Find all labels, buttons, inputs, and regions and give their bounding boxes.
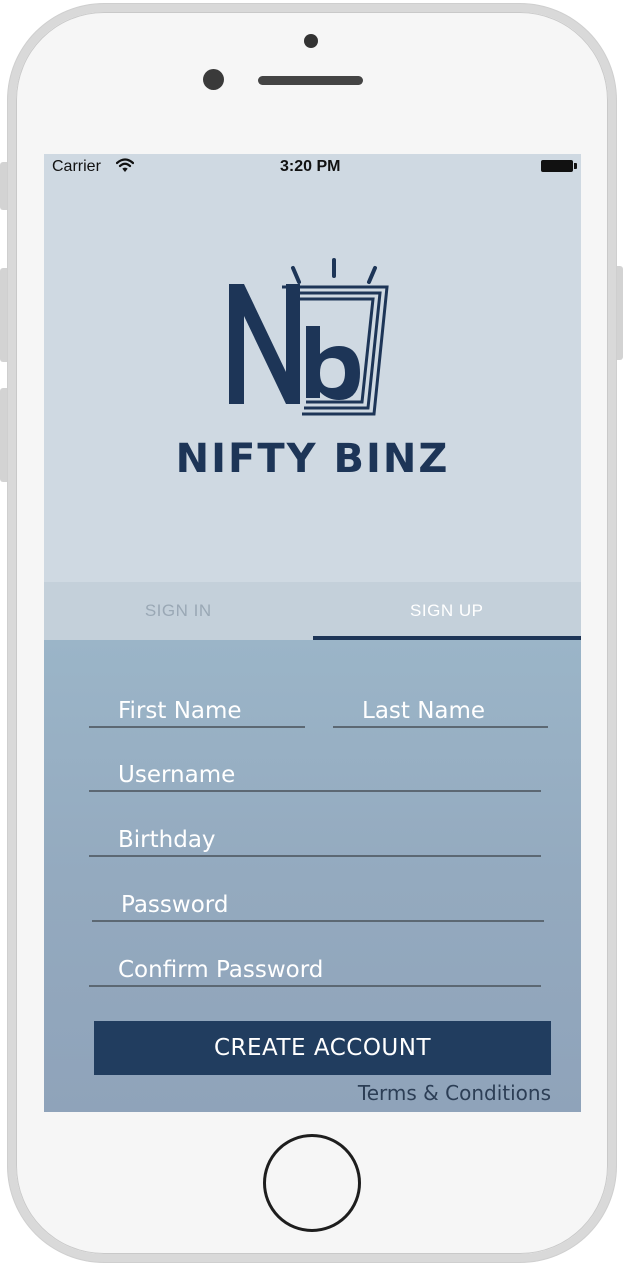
last-name-field [333,684,548,728]
wifi-icon [116,158,134,172]
confirm-password-input[interactable] [89,943,541,985]
birthday-input[interactable] [89,813,541,855]
status-bar: Carrier 3:20 PM [44,154,581,180]
proximity-sensor [203,69,224,90]
confirm-password-field [89,943,541,987]
sign-up-form: CREATE ACCOUNT Terms & Conditions [44,640,581,1112]
tab-sign-in[interactable]: SIGN IN [44,582,313,640]
home-button[interactable] [263,1134,361,1232]
auth-tabs: SIGN IN SIGN UP [44,582,581,640]
brand-name: NIFTY BINZ [175,436,450,482]
username-field [89,748,541,792]
password-field [92,878,544,922]
earpiece-speaker [258,76,363,85]
battery-full-icon [541,160,573,172]
birthday-field [89,813,541,857]
first-name-field [89,684,305,728]
tab-sign-up[interactable]: SIGN UP [312,582,581,640]
carrier-label: Carrier [52,158,101,175]
password-input[interactable] [92,878,544,920]
last-name-input[interactable] [333,684,548,726]
terms-conditions-link[interactable]: Terms & Conditions [358,1081,551,1105]
app-screen: Carrier 3:20 PM NIFTY BINZ SIGN IN SIGN … [44,154,581,1112]
front-camera [304,34,318,48]
nifty-binz-logo-icon [229,258,389,416]
username-input[interactable] [89,748,541,790]
create-account-button[interactable]: CREATE ACCOUNT [94,1021,551,1075]
first-name-input[interactable] [89,684,305,726]
battery-tip [574,163,577,169]
status-time: 3:20 PM [280,158,341,175]
